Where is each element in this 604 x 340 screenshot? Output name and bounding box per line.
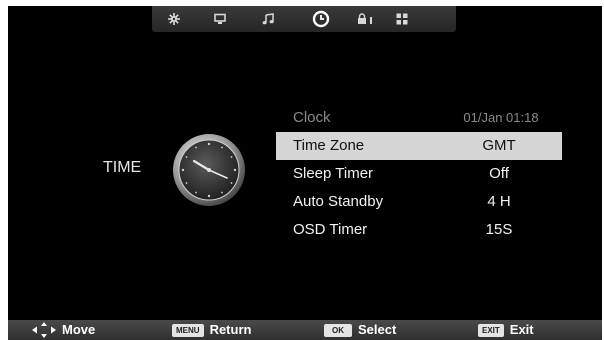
menu-item-clock: Clock 01/Jan 01:18 [276, 104, 562, 132]
menu-item-value: 01/Jan 01:18 [463, 110, 539, 125]
menu-item-osd-timer[interactable]: OSD Timer 15S [276, 216, 562, 244]
menu-item-auto-standby[interactable]: Auto Standby 4 H [276, 188, 562, 216]
exit-hint-label: Exit [509, 322, 534, 337]
time-settings-menu: Clock 01/Jan 01:18 Time Zone GMT Sleep T… [276, 104, 562, 244]
menu-item-label: Sleep Timer [293, 165, 374, 182]
menu-title: TIME [103, 159, 142, 176]
clock-face-icon [173, 134, 245, 206]
menu-item-label: OSD Timer [293, 221, 368, 238]
clock-icon[interactable] [312, 10, 330, 28]
move-hint-label: Move [62, 322, 96, 337]
hint-bar: Move MENU Return OK Select EXIT Exit [8, 320, 602, 340]
return-hint-label: Return [209, 322, 252, 337]
ok-key: OK [324, 323, 352, 337]
menu-item-label: Time Zone [293, 137, 365, 154]
tv-screen: TIME Clock 01/Jan 01:18 Time Zone GMT Sl… [8, 6, 602, 320]
menu-item-value: 4 H [487, 193, 511, 210]
menu-item-label: Auto Standby [293, 193, 384, 210]
menu-item-value: 15S [485, 221, 513, 238]
music-note-icon[interactable] [262, 13, 274, 25]
menu-item-label: Clock [293, 109, 331, 126]
exit-hint: EXIT Exit [478, 320, 534, 340]
monitor-icon[interactable] [214, 13, 226, 25]
menu-key: MENU [172, 323, 204, 337]
lock-icon[interactable] [357, 13, 375, 25]
select-hint: OK Select [324, 320, 396, 340]
return-hint: MENU Return [172, 320, 251, 340]
select-hint-label: Select [358, 322, 397, 337]
menu-item-value: GMT [482, 137, 516, 154]
menu-item-sleep-timer[interactable]: Sleep Timer Off [276, 160, 562, 188]
apps-grid-icon[interactable] [396, 13, 408, 25]
direction-arrows-icon [32, 322, 56, 338]
menu-item-value: Off [489, 165, 509, 182]
top-menu-bar [152, 6, 456, 32]
exit-key: EXIT [478, 323, 504, 337]
move-hint: Move [32, 320, 95, 340]
picture-settings-icon[interactable] [168, 13, 180, 25]
menu-item-time-zone[interactable]: Time Zone GMT [276, 132, 562, 160]
